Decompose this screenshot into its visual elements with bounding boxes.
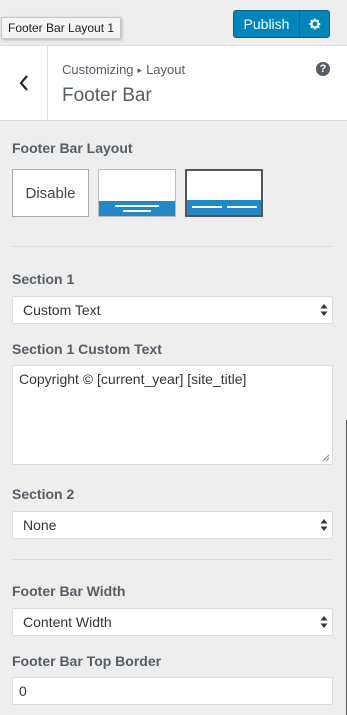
footer-bar-layout-label: Footer Bar Layout <box>12 140 133 156</box>
preview-line <box>192 206 222 208</box>
select-arrows-icon <box>320 519 328 531</box>
section1-text-field[interactable]: Copyright © [current_year] [site_title] <box>12 365 333 465</box>
divider <box>12 559 333 560</box>
section-title-panel: Customizing ▸ Layout Footer Bar ? <box>0 46 347 121</box>
select-arrows-icon <box>320 304 328 316</box>
section1-label: Section 1 <box>12 271 75 287</box>
width-label: Footer Bar Width <box>12 583 126 599</box>
section1-text-value: Copyright © [current_year] [site_title] <box>19 371 247 387</box>
layout-option-disable[interactable]: Disable <box>12 169 89 217</box>
breadcrumb: Customizing ▸ Layout <box>62 62 185 77</box>
section2-label: Section 2 <box>12 486 75 502</box>
chevron-left-icon <box>19 75 28 91</box>
section1-select-value: Custom Text <box>23 302 101 318</box>
layout-options: Disable <box>12 169 272 217</box>
top-border-value: 0 <box>19 683 27 699</box>
customizer-header: Footer Bar Layout 1 Publish <box>0 0 347 46</box>
preview-line <box>115 205 159 207</box>
help-icon[interactable]: ? <box>316 62 330 76</box>
layout-preview-bar <box>99 201 175 216</box>
section2-select[interactable]: None <box>12 511 333 539</box>
layout-preview-bar <box>187 200 261 215</box>
width-select-value: Content Width <box>23 614 112 630</box>
layout-option-1[interactable] <box>98 169 176 217</box>
preview-line <box>123 210 151 212</box>
back-button[interactable] <box>0 46 48 120</box>
layout-option-disable-label: Disable <box>25 184 76 202</box>
width-select[interactable]: Content Width <box>12 608 333 636</box>
breadcrumb-section: Layout <box>146 62 186 77</box>
gear-icon <box>308 18 321 30</box>
breadcrumb-root: Customizing <box>62 62 134 77</box>
publish-settings-button[interactable] <box>299 10 330 38</box>
breadcrumb-separator-icon: ▸ <box>137 65 143 75</box>
section1-select[interactable]: Custom Text <box>12 296 333 324</box>
publish-button[interactable]: Publish <box>233 10 299 38</box>
section1-text-label: Section 1 Custom Text <box>12 341 162 357</box>
tooltip: Footer Bar Layout 1 <box>1 17 122 39</box>
resize-handle-icon[interactable] <box>322 454 330 462</box>
top-border-input[interactable]: 0 <box>12 677 333 705</box>
layout-option-2[interactable] <box>185 169 263 217</box>
page-title: Footer Bar <box>62 85 152 106</box>
select-arrows-icon <box>320 616 328 628</box>
top-border-label: Footer Bar Top Border <box>12 653 162 669</box>
publish-group: Publish <box>233 10 330 38</box>
preview-line <box>227 206 257 208</box>
divider <box>12 246 333 247</box>
section2-select-value: None <box>23 517 57 533</box>
